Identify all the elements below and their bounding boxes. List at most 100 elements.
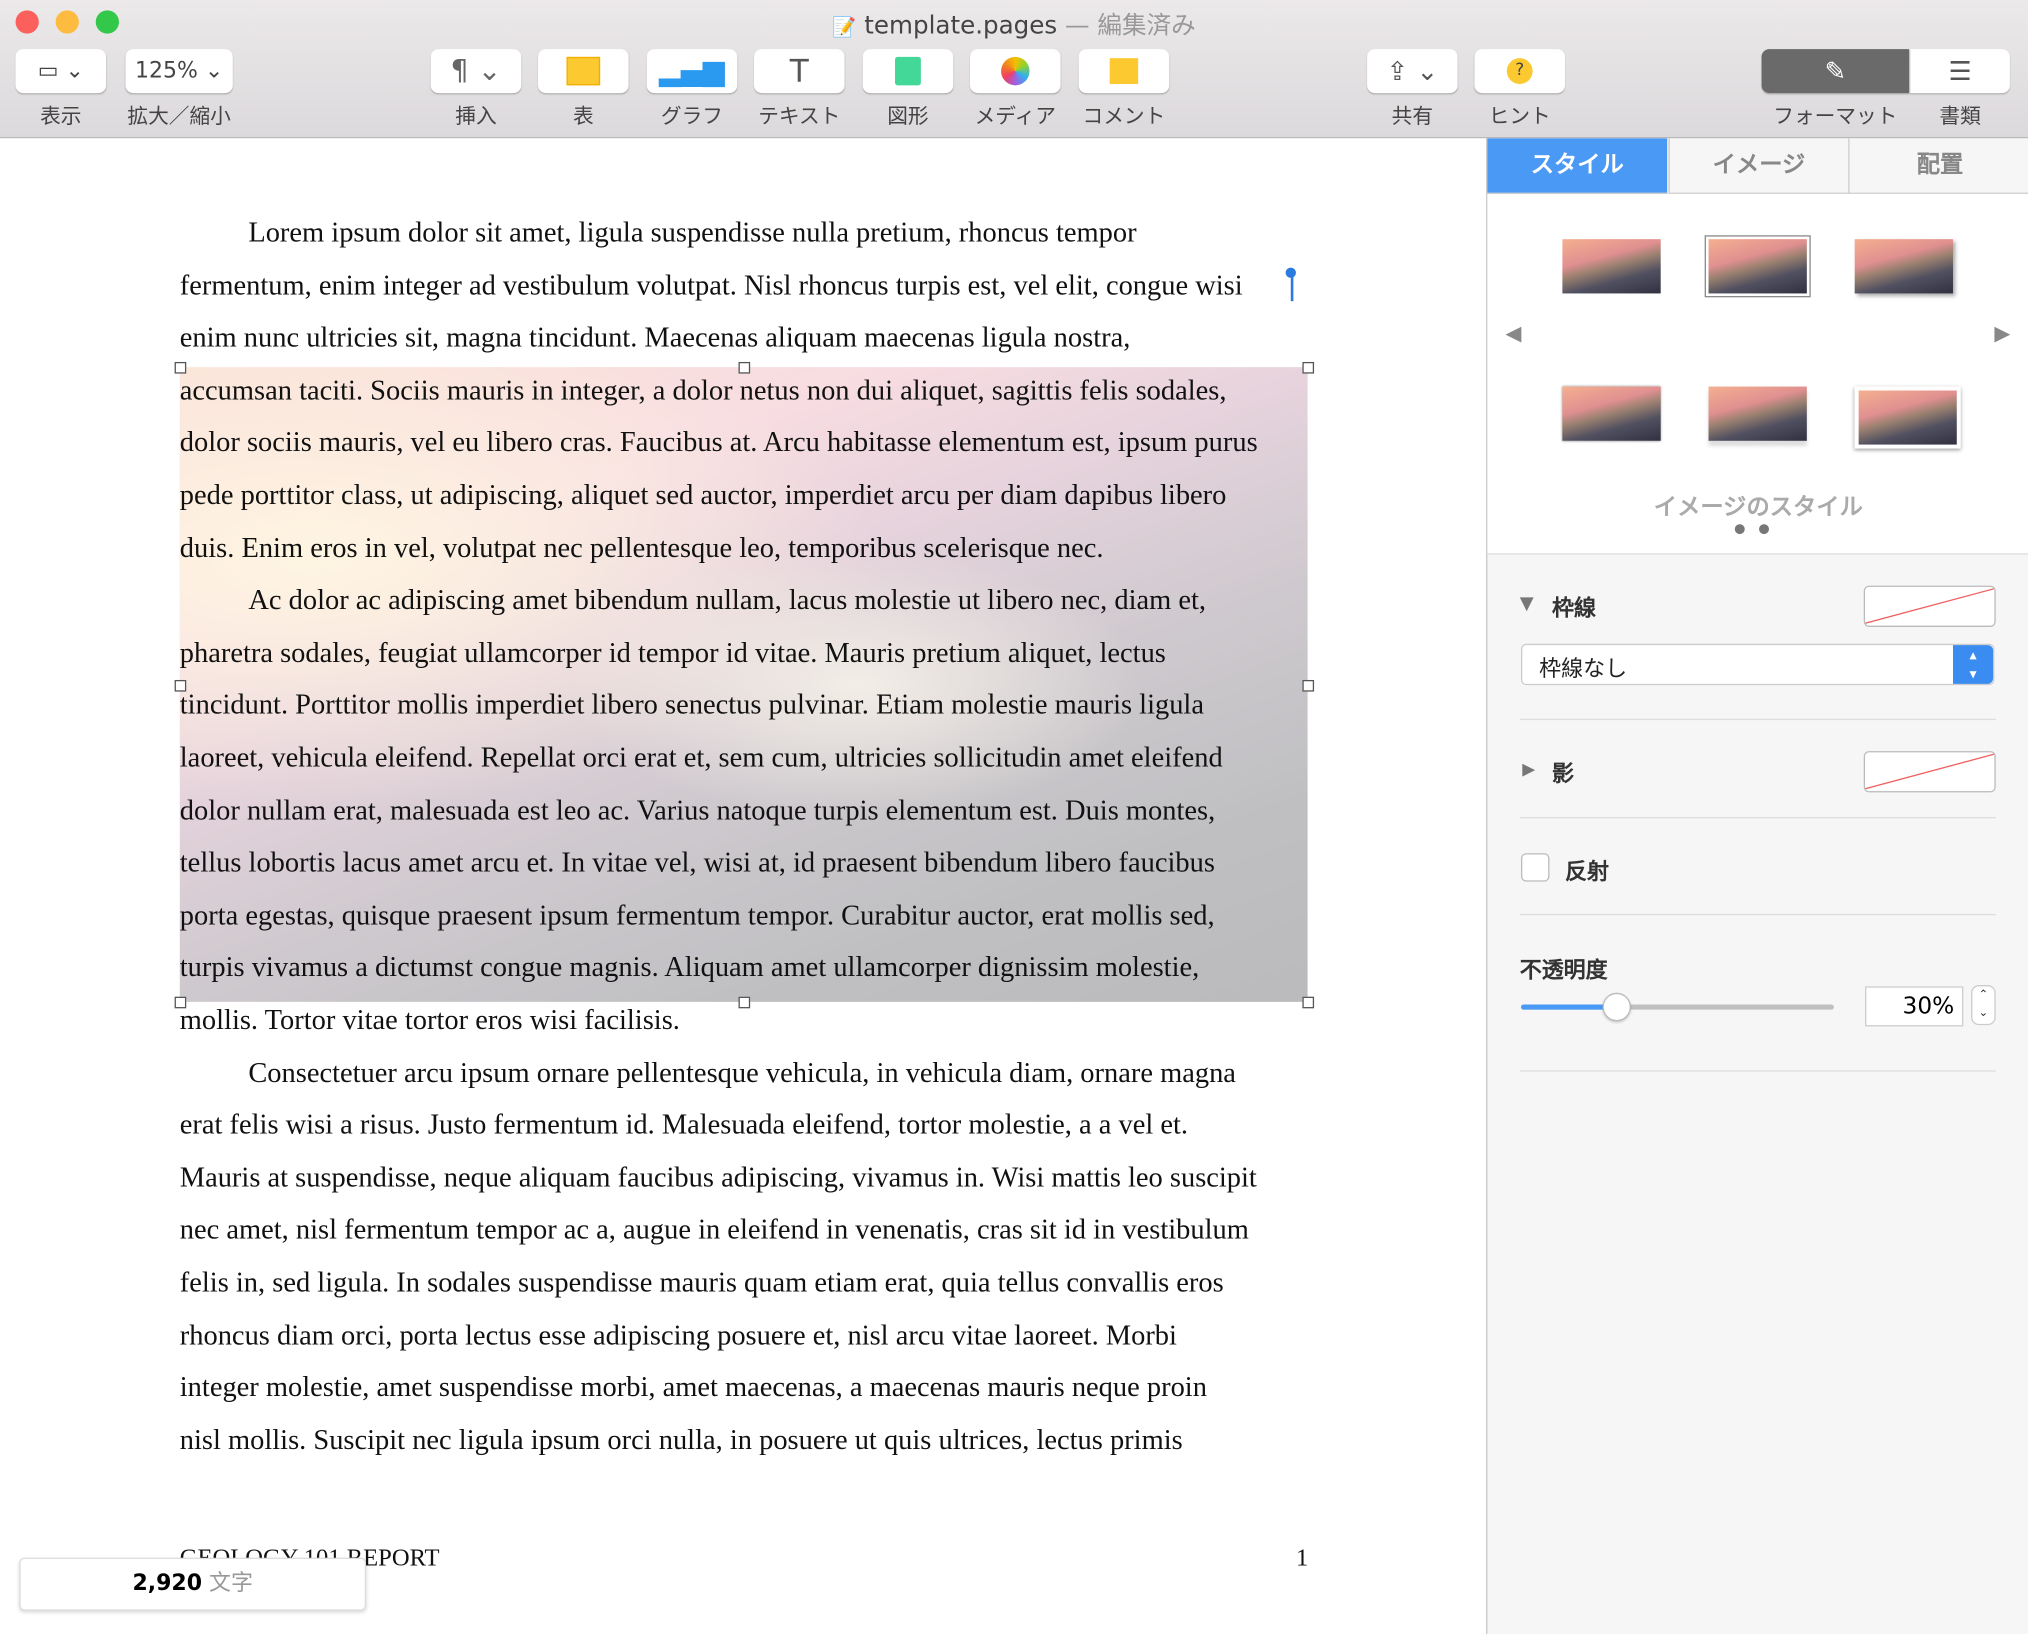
divider — [1519, 1070, 1996, 1072]
text-cursor-knob — [1285, 267, 1296, 278]
image-style-4[interactable] — [1562, 386, 1661, 441]
sidebar-view-icon: ▭ ⌄ — [37, 58, 84, 85]
reflection-checkbox[interactable] — [1521, 853, 1550, 882]
body-text-line: dolor sociis mauris, vel eu libero cras.… — [179, 425, 1258, 459]
text-label: テキスト — [758, 103, 841, 128]
body-text-line: duis. Enim eros in vel, volutpat nec pel… — [179, 530, 1104, 564]
shape-button[interactable] — [862, 49, 954, 94]
resize-handle[interactable] — [1302, 361, 1315, 374]
title-text: template.pages — [864, 11, 1058, 41]
opacity-slider-fill — [1521, 1004, 1615, 1010]
body-text-line: felis in, sed ligula. In sodales suspend… — [179, 1265, 1224, 1298]
image-styles-label: イメージのスタイル — [1653, 493, 1863, 521]
text-button[interactable]: T — [754, 49, 845, 94]
image-style-6[interactable] — [1854, 386, 1961, 449]
shadow-disclosure-icon[interactable]: ▶ — [1522, 760, 1535, 779]
image-styles-panel: ◀ ▶ イメージのスタイル ●● — [1487, 193, 2028, 555]
word-count-unit: 文字 — [209, 1570, 253, 1597]
opacity-field[interactable]: 30% — [1865, 986, 1964, 1027]
opacity-value: 30% — [1902, 992, 1955, 1020]
tab-image[interactable]: イメージ — [1668, 138, 1849, 194]
body-text-line: Consectetuer arcu ipsum ornare pellentes… — [248, 1055, 1236, 1088]
border-disclosure-icon[interactable]: ▼ — [1520, 593, 1534, 614]
opacity-slider[interactable] — [1521, 992, 1834, 1022]
media-label: メディア — [974, 103, 1056, 128]
table-label: 表 — [572, 103, 594, 128]
view-label: 表示 — [40, 103, 82, 128]
previous-arrow-icon[interactable]: ◀ — [1505, 321, 1521, 346]
comment-label: コメント — [1082, 103, 1166, 128]
body-text-line: turpis vivamus a dictumst congue magnis.… — [179, 950, 1200, 983]
body-text-line: Mauris at suspendisse, neque aliquam fau… — [179, 1160, 1257, 1193]
border-style-select[interactable]: 枠線なし ▴ ▾ — [1521, 643, 1995, 686]
resize-handle[interactable] — [738, 361, 751, 374]
body-text-line: rhoncus diam orci, porta lectus esse adi… — [179, 1318, 1177, 1351]
reflection-label: 反射 — [1564, 859, 1609, 886]
body-text-line: nisl mollis. Suscipit nec ligula ipsum o… — [179, 1423, 1183, 1456]
body-text-line: fermentum, enim integer ad vestibulum vo… — [179, 268, 1243, 301]
window-title: 📝 template.pages — 編集済み — [0, 6, 2028, 41]
shape-label: 図形 — [887, 103, 929, 128]
table-button[interactable] — [538, 49, 629, 94]
tab-arrange[interactable]: 配置 — [1848, 138, 2028, 194]
insert-button[interactable]: ¶ ⌄ — [430, 49, 522, 94]
resize-handle[interactable] — [174, 996, 187, 1009]
shadow-color-well[interactable] — [1863, 751, 1996, 793]
view-button[interactable]: ▭ ⌄ — [15, 49, 107, 94]
body-text-line: enim nunc ultricies sit, magna tincidunt… — [179, 320, 1131, 354]
share-button[interactable]: ⇪ ⌄ — [1367, 49, 1458, 94]
page-number: 1 — [1295, 1544, 1309, 1572]
image-style-3[interactable] — [1854, 239, 1953, 294]
body-text-line: nec amet, nisl fermentum tempor ac a, au… — [179, 1213, 1249, 1246]
chart-icon: ▂▄▆ — [659, 54, 725, 88]
shadow-label: 影 — [1552, 761, 1575, 788]
divider — [1519, 718, 1996, 721]
page-dots[interactable]: ●● — [1487, 522, 2028, 536]
resize-handle[interactable] — [1302, 996, 1315, 1009]
document-label: 書類 — [1939, 103, 1981, 128]
share-icon: ⇪ ⌄ — [1386, 55, 1439, 87]
image-style-1[interactable] — [1562, 239, 1661, 294]
media-button[interactable] — [970, 49, 1061, 94]
zoom-value: 125% — [134, 58, 198, 85]
tips-button[interactable]: ? — [1474, 49, 1565, 94]
document-button[interactable]: ☰ — [1910, 49, 2010, 94]
document-canvas[interactable]: Lorem ipsum dolor sit amet, ligula suspe… — [0, 138, 1487, 1634]
table-icon — [566, 56, 601, 86]
border-color-well[interactable] — [1863, 585, 1996, 627]
resize-handle[interactable] — [1302, 679, 1315, 692]
format-button[interactable]: ✎ — [1761, 49, 1910, 94]
body-text-line: dolor nullam erat, malesuada est leo ac.… — [179, 793, 1216, 826]
resize-handle[interactable] — [738, 996, 751, 1009]
opacity-slider-knob[interactable] — [1601, 992, 1631, 1022]
divider — [1519, 913, 1996, 916]
body-text-line: tellus lobortis lacus amet arcu et. In v… — [179, 845, 1215, 878]
edited-status: — 編集済み — [1065, 11, 1196, 41]
document-icon: ☰ — [1948, 55, 1972, 87]
format-label: フォーマット — [1773, 103, 1898, 128]
tab-style[interactable]: スタイル — [1487, 138, 1668, 194]
resize-handle[interactable] — [174, 679, 187, 692]
body-text-line: mollis. Tortor vitae tortor eros wisi fa… — [179, 1003, 680, 1036]
image-style-5[interactable] — [1708, 386, 1807, 441]
word-count[interactable]: 2,920 文字 — [19, 1557, 367, 1611]
paintbrush-icon: ✎ — [1824, 55, 1847, 87]
image-style-2[interactable] — [1704, 235, 1811, 298]
body-text-line: Lorem ipsum dolor sit amet, ligula suspe… — [248, 215, 1137, 249]
share-label: 共有 — [1391, 103, 1434, 128]
chart-label: グラフ — [660, 103, 723, 128]
shape-icon — [895, 56, 921, 86]
opacity-stepper[interactable]: ⌃ ⌄ — [1971, 985, 1996, 1026]
comment-button[interactable] — [1078, 49, 1170, 94]
zoom-select[interactable]: 125% ⌄ — [125, 49, 233, 94]
document-icon: 📝 — [832, 15, 857, 39]
photos-icon — [1001, 56, 1030, 86]
next-arrow-icon[interactable]: ▶ — [1994, 321, 2010, 346]
body-text-line: tincidunt. Porttitor mollis imperdiet li… — [179, 688, 1204, 721]
toolbar: 📝 template.pages — 編集済み ▭ ⌄ 表示 125% ⌄ 拡大… — [0, 0, 2028, 139]
word-count-value: 2,920 — [132, 1570, 203, 1597]
chart-button[interactable]: ▂▄▆ — [646, 49, 738, 94]
insert-label: 挿入 — [455, 103, 497, 128]
resize-handle[interactable] — [174, 361, 187, 374]
border-label: 枠線 — [1552, 595, 1597, 622]
